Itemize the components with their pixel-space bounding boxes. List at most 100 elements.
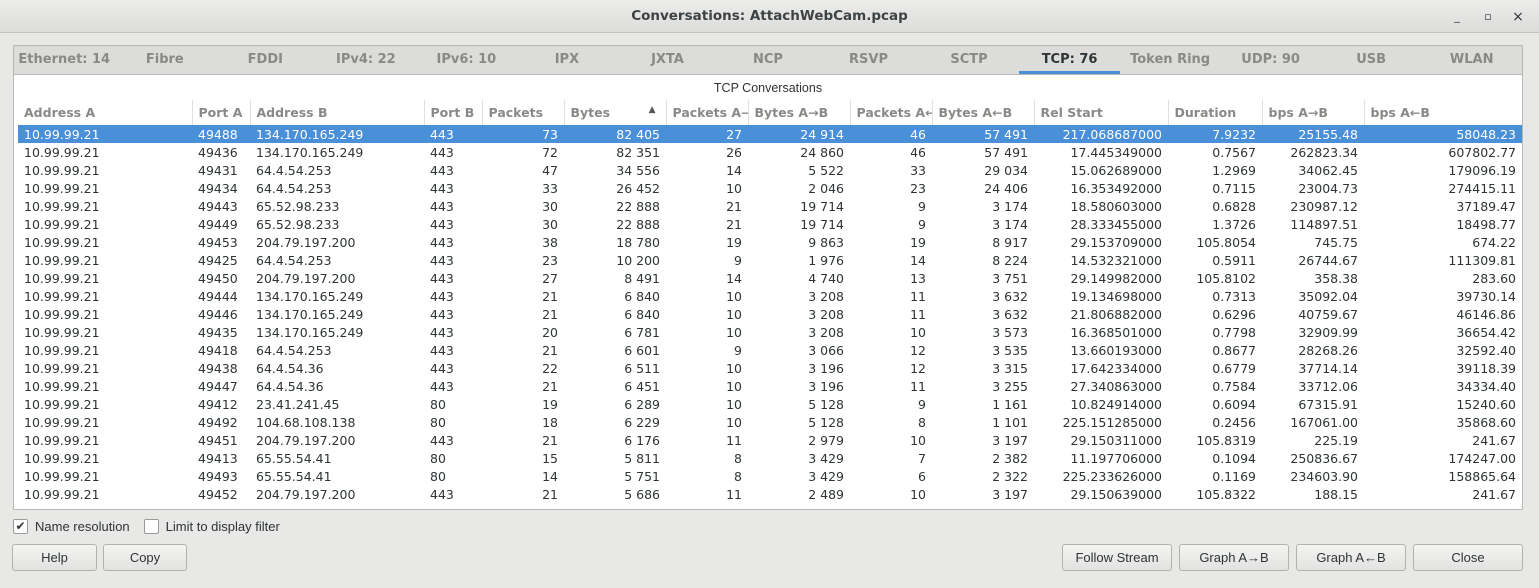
tab-udp-90[interactable]: UDP: 90: [1220, 46, 1321, 74]
tab-jxta[interactable]: JXTA: [617, 46, 718, 74]
table-cell: 0.1094: [1212, 450, 1256, 466]
column-header-rel-start[interactable]: Rel Start: [1034, 100, 1169, 125]
table-cell: 3 197: [992, 432, 1028, 448]
table-cell: 73: [482, 125, 564, 143]
table-cell: 204.79.197.200: [256, 234, 356, 250]
table-cell: 32909.99: [1298, 324, 1358, 340]
table-cell: 16.368501000: [1070, 324, 1162, 340]
tab-fddi[interactable]: FDDI: [215, 46, 316, 74]
table-cell: 16.353492000: [1070, 180, 1162, 196]
limit-filter-option[interactable]: Limit to display filter: [143, 518, 280, 534]
table-row[interactable]: 10.99.99.21 49449 65.52.98.233 443 30 22 888 2…: [18, 215, 1522, 233]
limit-filter-checkbox[interactable]: [143, 518, 159, 534]
table-cell: 11: [726, 432, 742, 448]
column-header-bytes[interactable]: Bytes ▲: [564, 100, 667, 125]
table-cell: 5 128: [808, 396, 844, 412]
column-header-packets-a-b[interactable]: Packets A→B: [666, 100, 749, 125]
column-header-label: Packets: [488, 105, 544, 120]
table-row[interactable]: 10.99.99.21 49431 64.4.54.253 443 47 34 556 14…: [18, 161, 1522, 179]
table-cell: 10.99.99.21: [24, 216, 100, 232]
table-row[interactable]: 10.99.99.21 49435 134.170.165.249 443 20 6 78…: [18, 323, 1522, 341]
column-header-address-b[interactable]: Address B: [250, 100, 425, 125]
table-cell: 9 863: [808, 234, 844, 250]
table-cell: 23: [910, 180, 926, 196]
tab-ipx[interactable]: IPX: [517, 46, 618, 74]
table-row[interactable]: 10.99.99.21 49438 64.4.54.36 443 22 6 511 10 3 …: [18, 359, 1522, 377]
table-row[interactable]: 10.99.99.21 49492 104.68.108.138 80 18 6 229 1…: [18, 413, 1522, 431]
column-header-bps-a-b[interactable]: bps A←B: [1364, 100, 1522, 125]
column-header-packets-a-b[interactable]: Packets A←B: [850, 100, 933, 125]
table-cell: 241.67: [1472, 486, 1516, 502]
table-cell: 204.79.197.200: [256, 432, 356, 448]
column-header-bytes-a-b[interactable]: Bytes A→B: [748, 100, 851, 125]
tab-tcp-76[interactable]: TCP: 76: [1019, 46, 1120, 74]
title-bar[interactable]: Conversations: AttachWebCam.pcap _ ▫ ×: [0, 0, 1539, 33]
table-cell: 10: [726, 180, 742, 196]
table-row[interactable]: 10.99.99.21 49493 65.55.54.41 80 14 5 751 8 3 4…: [18, 467, 1522, 485]
column-header-address-a[interactable]: Address A: [18, 100, 193, 125]
table-cell: 104.68.108.138: [256, 414, 356, 430]
tab-ipv6-10[interactable]: IPv6: 10: [416, 46, 517, 74]
table-cell: 33: [542, 180, 558, 196]
table-row[interactable]: 10.99.99.21 49436 134.170.165.249 443 72 82 3…: [18, 143, 1522, 161]
follow-stream-button[interactable]: Follow Stream: [1062, 544, 1172, 571]
table-row[interactable]: 10.99.99.21 49425 64.4.54.253 443 23 10 200 9 1…: [18, 251, 1522, 269]
tab-ipv4-22[interactable]: IPv4: 22: [316, 46, 417, 74]
table-row[interactable]: 10.99.99.21 49446 134.170.165.249 443 21 6 84…: [18, 305, 1522, 323]
table-row[interactable]: 10.99.99.21 49450 204.79.197.200 443 27 8 491…: [18, 269, 1522, 287]
table-row[interactable]: 10.99.99.21 49451 204.79.197.200 443 21 6 176…: [18, 431, 1522, 449]
table-row[interactable]: 10.99.99.21 49418 64.4.54.253 443 21 6 601 9 3 …: [18, 341, 1522, 359]
table-cell: 443: [430, 342, 454, 358]
table-row[interactable]: 10.99.99.21 49412 23.41.241.45 80 19 6 289 10 5…: [18, 395, 1522, 413]
table-cell: 19: [726, 234, 742, 250]
tab-ncp[interactable]: NCP: [718, 46, 819, 74]
table-cell: 8 917: [992, 234, 1028, 250]
column-header-bps-a-b[interactable]: bps A→B: [1262, 100, 1365, 125]
tab-fibre-channel[interactable]: Fibre Channel: [115, 46, 216, 95]
tab-sctp[interactable]: SCTP: [919, 46, 1020, 74]
column-header-label: Address B: [256, 105, 328, 120]
column-header-bytes-a-b[interactable]: Bytes A←B: [932, 100, 1035, 125]
minimize-icon[interactable]: _: [1448, 8, 1466, 26]
name-resolution-option[interactable]: ✔ Name resolution: [13, 518, 130, 534]
column-header-label: Packets A←B: [856, 105, 932, 120]
close-icon[interactable]: ×: [1509, 8, 1527, 26]
table-row[interactable]: 10.99.99.21 49413 65.55.54.41 80 15 5 811 8 3 4…: [18, 449, 1522, 467]
table-cell: 3 632: [992, 288, 1028, 304]
tab-token-ring[interactable]: Token Ring: [1120, 46, 1221, 74]
table-cell: 0.6094: [1212, 396, 1256, 412]
table-cell: 26744.67: [1298, 252, 1358, 268]
table-row[interactable]: 10.99.99.21 49444 134.170.165.249 443 21 6 84…: [18, 287, 1522, 305]
copy-button[interactable]: Copy: [103, 544, 187, 571]
table-row[interactable]: 10.99.99.21 49447 64.4.54.36 443 21 6 451 10 3 …: [18, 377, 1522, 395]
column-header-packets[interactable]: Packets: [482, 100, 565, 125]
tab-ethernet-14[interactable]: Ethernet: 14: [14, 46, 115, 74]
name-resolution-checkbox[interactable]: ✔: [13, 518, 28, 534]
table-row[interactable]: 10.99.99.21 49443 65.52.98.233 443 30 22 888 2…: [18, 197, 1522, 215]
table-row[interactable]: 10.99.99.21 49434 64.4.54.253 443 33 26 452 10…: [18, 179, 1522, 197]
table-cell: 33712.06: [1298, 378, 1358, 394]
table-row[interactable]: 10.99.99.21 49453 204.79.197.200 443 38 18 78…: [18, 233, 1522, 251]
tab-wlan[interactable]: WLAN: [1421, 46, 1522, 74]
column-header-port-a[interactable]: Port A: [192, 100, 251, 125]
table-row[interactable]: 10.99.99.21 49488 134.170.165.249 443 73 82 4…: [18, 125, 1522, 143]
table-cell: 49447: [198, 378, 238, 394]
close-button[interactable]: Close: [1413, 544, 1523, 571]
table-cell: 21: [726, 198, 742, 214]
graph-b-to-a-button[interactable]: Graph A←B: [1296, 544, 1406, 571]
table-cell: 443: [430, 216, 454, 232]
tab-usb[interactable]: USB: [1321, 46, 1422, 74]
maximize-icon[interactable]: ▫: [1479, 8, 1497, 26]
tab-rsvp[interactable]: RSVP: [818, 46, 919, 74]
table-cell: 230987.12: [1290, 198, 1358, 214]
table-cell: 443: [430, 270, 454, 286]
table-cell: 283.60: [1472, 270, 1516, 286]
table-cell: 6: [918, 468, 926, 484]
column-header-port-b[interactable]: Port B: [424, 100, 483, 125]
column-header-duration[interactable]: Duration: [1168, 100, 1263, 125]
table-row[interactable]: 10.99.99.21 49452 204.79.197.200 443 21 5 686…: [18, 485, 1522, 503]
graph-a-to-b-button[interactable]: Graph A→B: [1179, 544, 1289, 571]
table-cell: 443: [430, 234, 454, 250]
table-cell: 8: [918, 414, 926, 430]
help-button[interactable]: Help: [12, 544, 97, 571]
